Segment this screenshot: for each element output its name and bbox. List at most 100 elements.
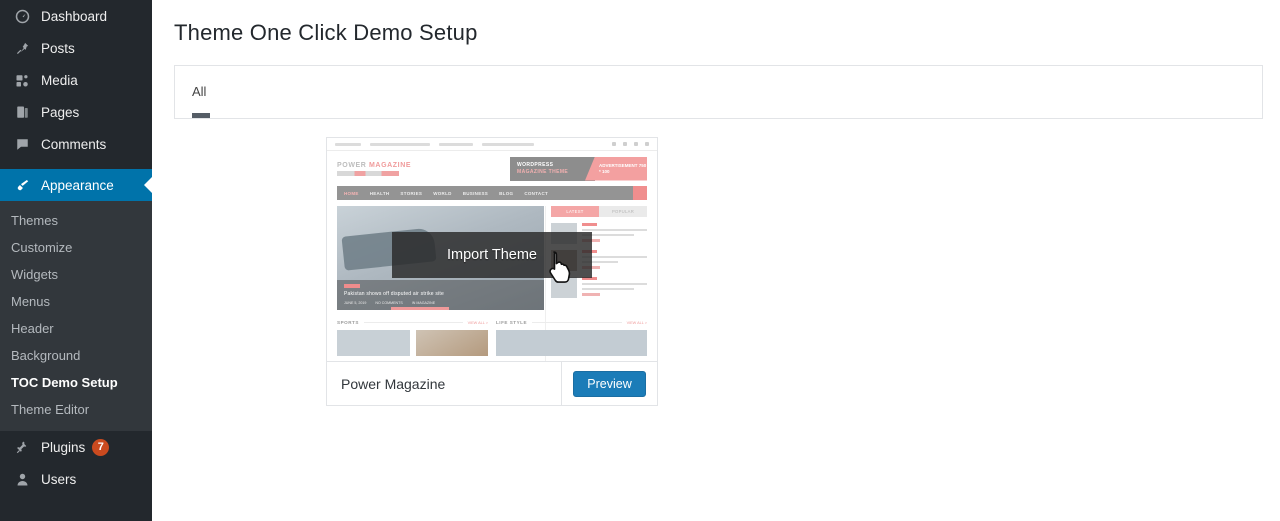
preview-topbar [327,138,657,151]
preview-sections: SPORTS VIEW ALL > LIFE STYLE VIEW ALL > [337,320,647,356]
preview-widget-tab: POPULAR [599,206,647,217]
preview-section-more: VIEW ALL > [467,320,488,325]
pages-icon [11,102,33,122]
preview-widget-tabs: LATEST POPULAR [551,206,647,217]
sidebar-item-toc-demo-setup[interactable]: TOC Demo Setup [0,369,152,396]
preview-hero-meta-item: JUNE 5, 2019 [344,301,367,305]
preview-ad-title: WORDPRESS [517,161,554,168]
plugins-update-badge: 7 [92,438,110,456]
sidebar-item-label: Dashboard [41,8,108,24]
tab-all[interactable]: All [192,84,206,99]
preview-widget-tab: LATEST [551,206,599,217]
preview-topbar-item [335,142,361,146]
sidebar-item-users[interactable]: Users [0,463,152,495]
theme-card-footer: Power Magazine Preview [327,361,657,405]
preview-ad-banner: WORDPRESS MAGAZINE THEME ADVERTISEMENT 7… [510,156,647,181]
sidebar-item-background[interactable]: Background [0,342,152,369]
sidebar-item-header[interactable]: Header [0,315,152,342]
preview-social-icons [612,142,649,146]
hand-pointer-icon [545,250,575,291]
preview-topbar-item [482,142,534,146]
sidebar-item-dashboard[interactable]: Dashboard [0,0,152,32]
preview-ad-label: ADVERTISEMENT [599,162,638,168]
sidebar-item-label: Comments [41,136,107,152]
sidebar-item-menus[interactable]: Menus [0,288,152,315]
sidebar-item-comments[interactable]: Comments [0,128,152,160]
preview-logo-accent: MAGAZINE [369,161,412,169]
preview-topbar-item [370,142,430,146]
admin-sidebar: Dashboard Posts Media Pages Comments App… [0,0,152,521]
preview-section-rule [532,322,622,323]
preview-nav-item: BUSINESS [462,190,489,196]
sidebar-item-themes[interactable]: Themes [0,207,152,234]
preview-nav: HOME HEALTH STORIES WORLD BUSINESS BLOG … [337,186,647,200]
main-content: Theme One Click Demo Setup All POWER MAG… [152,0,1280,521]
theme-card[interactable]: POWER MAGAZINE WORDPRESS MAGAZINE THEME [326,137,658,406]
preview-section-thumbs [496,330,647,356]
preview-topbar-item [439,142,473,146]
preview-header: POWER MAGAZINE WORDPRESS MAGAZINE THEME [327,151,657,186]
appearance-brush-icon [11,175,33,195]
preview-section-thumb [496,330,647,356]
preview-nav-item: HOME [344,190,359,196]
preview-section-thumb [415,330,488,356]
wordpress-admin-screen: Dashboard Posts Media Pages Comments App… [0,0,1280,521]
sidebar-item-label: Appearance [41,177,114,193]
preview-hero-progress [390,307,449,310]
sidebar-item-label: Users [41,471,77,487]
preview-nav-item: HEALTH [369,190,390,196]
comments-icon [11,134,33,154]
preview-section-thumb [337,330,410,356]
preview-post-line [582,228,647,232]
twitter-icon [623,142,627,146]
preview-hero-title: Pakistan shows off disputed air strike s… [344,291,444,297]
preview-nav-item: CONTACT [524,190,549,196]
sidebar-item-label: Posts [41,40,75,56]
preview-section-head: SPORTS VIEW ALL > [337,320,488,325]
sidebar-item-label: Pages [41,104,80,120]
preview-post-line [582,282,647,286]
preview-hero-meta-item: NO COMMENTS [375,301,403,305]
preview-nav-item: BLOG [499,190,514,196]
theme-screenshot[interactable]: POWER MAGAZINE WORDPRESS MAGAZINE THEME [327,138,657,361]
preview-post-body [582,277,647,298]
preview-ad-left: WORDPRESS MAGAZINE THEME [510,156,595,181]
preview-post-date [582,293,600,296]
preview-post-tag [582,223,597,226]
preview-section-thumbs [337,330,488,356]
sidebar-item-media[interactable]: Media [0,64,152,96]
theme-card-actions: Preview [561,362,657,405]
preview-logo-text: POWER [337,161,367,169]
preview-ad-subtitle: MAGAZINE THEME [517,168,569,175]
sidebar-item-appearance[interactable]: Appearance [0,169,152,201]
sidebar-item-pages[interactable]: Pages [0,96,152,128]
sidebar-item-theme-editor[interactable]: Theme Editor [0,396,152,423]
sidebar-item-label: Plugins [41,439,86,455]
menu-separator [0,160,152,169]
preview-hero-meta-item: IN MAGAZINE [411,301,436,305]
preview-hero-tag [344,284,360,288]
sidebar-item-widgets[interactable]: Widgets [0,261,152,288]
tab-active-indicator [192,113,210,118]
preview-section-rule [363,322,463,323]
preview-section-head: LIFE STYLE VIEW ALL > [496,320,647,325]
pin-icon [11,38,33,58]
users-icon [11,469,33,489]
media-icon [11,70,33,90]
submenu-arrow-icon [144,177,152,193]
sidebar-item-label: Media [41,72,78,88]
sidebar-item-posts[interactable]: Posts [0,32,152,64]
preview-nav-item: STORIES [400,190,423,196]
page-title: Theme One Click Demo Setup [174,20,478,45]
rss-icon [645,142,649,146]
preview-hero-meta: JUNE 5, 2019 NO COMMENTS IN MAGAZINE [344,301,435,305]
preview-section-title: SPORTS [337,320,359,325]
preview-post-line [582,287,634,291]
plugins-icon [11,437,33,457]
theme-name: Power Magazine [341,375,446,392]
sidebar-item-plugins[interactable]: Plugins 7 [0,431,152,463]
sidebar-item-customize[interactable]: Customize [0,234,152,261]
demo-filter-tabs: All [174,65,1263,119]
preview-button[interactable]: Preview [573,370,646,397]
preview-section-more: VIEW ALL > [626,320,647,325]
